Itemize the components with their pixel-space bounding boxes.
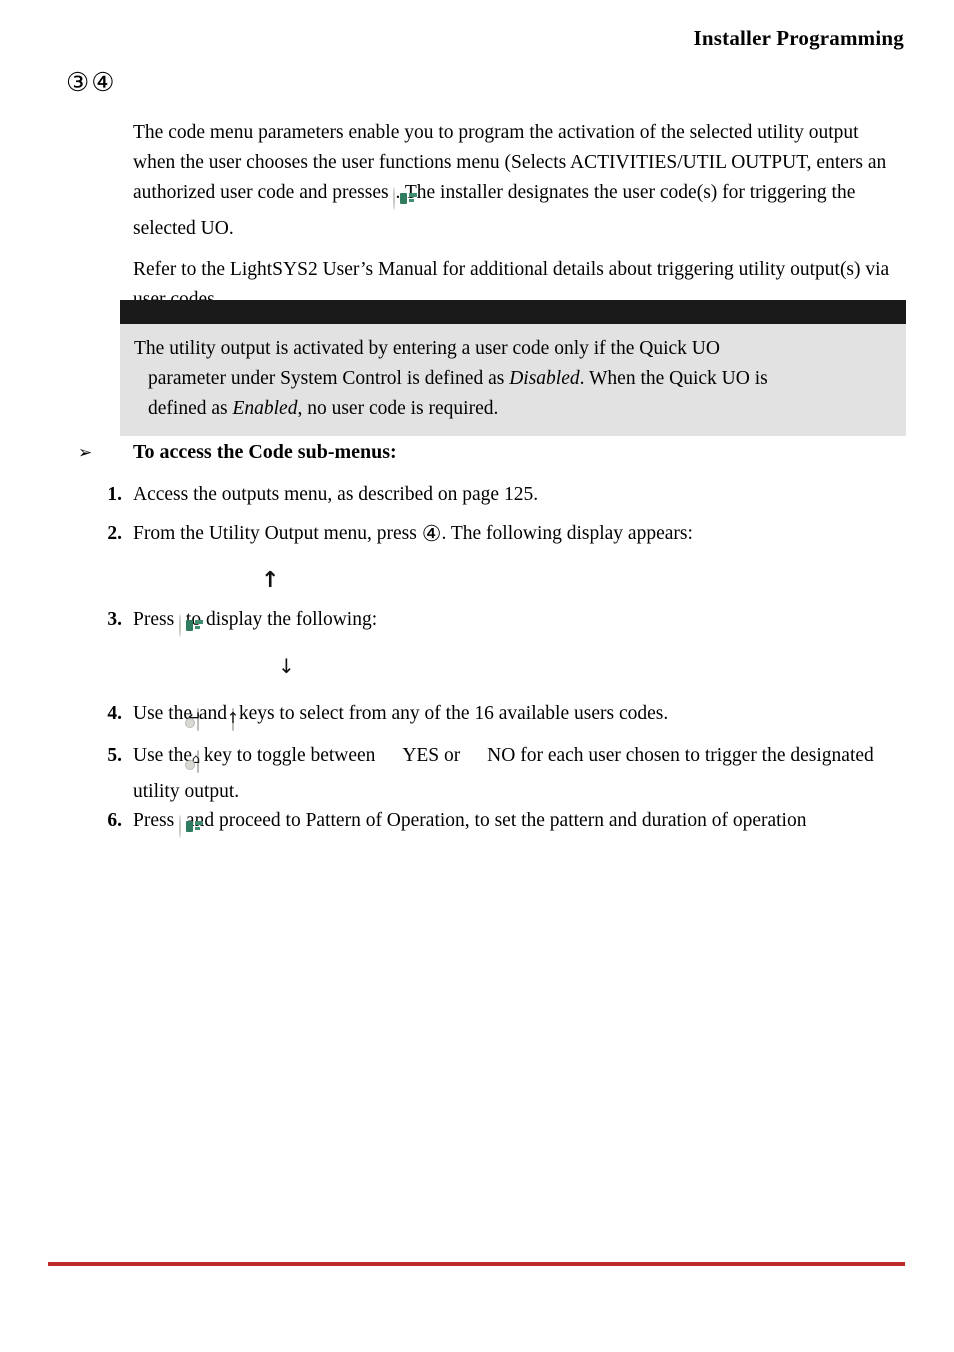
step-2-text-after: . The following display appears:: [441, 523, 693, 544]
step-5-text-after-1: key to toggle between: [198, 745, 381, 766]
note-line-2-before: parameter under System Control is define…: [148, 368, 510, 389]
up-arrow-key-icon: ↑: [227, 705, 239, 735]
intro-text-block: The code menu parameters enable you to p…: [133, 118, 905, 326]
step-2-text-before: From the Utility Output menu, press: [133, 523, 422, 544]
procedure-step-5: 5. Use the ⌂ key to toggle between YES o…: [78, 741, 908, 807]
note-line-2-italic: Disabled: [509, 368, 580, 389]
step-4-text: Use the ↵ and ↑ keys to select from any o…: [133, 699, 908, 735]
display-down-arrow-icon: ↓: [278, 654, 295, 678]
note-box: The utility output is activated by enter…: [120, 300, 906, 436]
arrow-bullet-icon: ➢: [78, 443, 93, 463]
step-2-text: From the Utility Output menu, press ④. T…: [133, 519, 908, 549]
footer-divider-rule: [48, 1262, 905, 1266]
step-5-text: Use the ⌂ key to toggle between YES or N…: [133, 741, 908, 807]
procedure-step-1: 1. Access the outputs menu, as described…: [78, 480, 908, 510]
procedure-step-2: 2. From the Utility Output menu, press ④…: [78, 519, 908, 549]
step-5-or-label: or: [439, 745, 466, 766]
procedure-heading-text: To access the Code sub-menus:: [133, 441, 397, 463]
step-3-colon: :: [371, 609, 378, 630]
note-box-body: The utility output is activated by enter…: [120, 324, 906, 436]
step-5-number: 5.: [107, 745, 122, 766]
note-box-header-bar: [120, 300, 906, 324]
home-key-icon: ⌂: [184, 747, 200, 777]
confirm-key-icon: [393, 184, 418, 214]
procedure-step-4: 4. Use the ↵ and ↑ keys to select from an…: [78, 699, 908, 735]
note-line-2: parameter under System Control is define…: [134, 364, 892, 394]
intro-paragraph-1: The code menu parameters enable you to p…: [133, 118, 905, 244]
step-5-yes-label: YES: [402, 745, 440, 766]
step-3-text-before: Press: [133, 609, 180, 630]
note-line-1: The utility output is activated by enter…: [134, 338, 720, 359]
confirm-key-icon: [179, 812, 204, 842]
step-3-text-after: to display the following: [181, 609, 372, 630]
enter-key-icon: ↵: [184, 705, 202, 735]
step-2-number: 2.: [107, 523, 122, 544]
procedure-step-3: 3. Press to display the following:: [78, 605, 908, 641]
circled-number-markers: ③④: [66, 70, 117, 96]
note-line-2-after: . When the Quick UO is: [579, 368, 768, 389]
step-1-number: 1.: [107, 484, 122, 505]
page-header-title: Installer Programming: [693, 26, 904, 50]
step-2-circled-number: ④: [421, 521, 442, 546]
step-6-text: Press and proceed to Pattern of Operatio…: [133, 806, 908, 842]
step-6-text-before: Press: [133, 810, 180, 831]
step-1-text: Access the outputs menu, as described on…: [133, 484, 539, 505]
step-5-no-label: NO: [487, 745, 516, 766]
step-4-text-after: keys to select from any of the 16 availa…: [233, 703, 669, 724]
note-line-3: defined as Enabled, no user code is requ…: [134, 394, 892, 424]
note-line-3-italic: Enabled: [232, 398, 298, 419]
step-3-text: Press to display the following:: [133, 605, 908, 641]
procedure-heading: ➢ To access the Code sub-menus:: [78, 438, 908, 467]
step-4-number: 4.: [107, 703, 122, 724]
confirm-key-icon: [179, 611, 204, 641]
note-line-3-before: defined as: [148, 398, 233, 419]
procedure-step-6: 6. Press and proceed to Pattern of Opera…: [78, 806, 908, 842]
document-page: Installer Programming ③④ The code menu p…: [0, 0, 954, 1352]
step-6-number: 6.: [107, 810, 122, 831]
note-line-3-after: , no user code is required.: [297, 398, 499, 419]
circled-numbers-text: ③④: [66, 68, 117, 97]
display-up-arrow-icon: ↑: [261, 568, 280, 593]
step-3-number: 3.: [107, 609, 122, 630]
step-6-text-after: and proceed to Pattern of Operation, to …: [181, 810, 807, 831]
